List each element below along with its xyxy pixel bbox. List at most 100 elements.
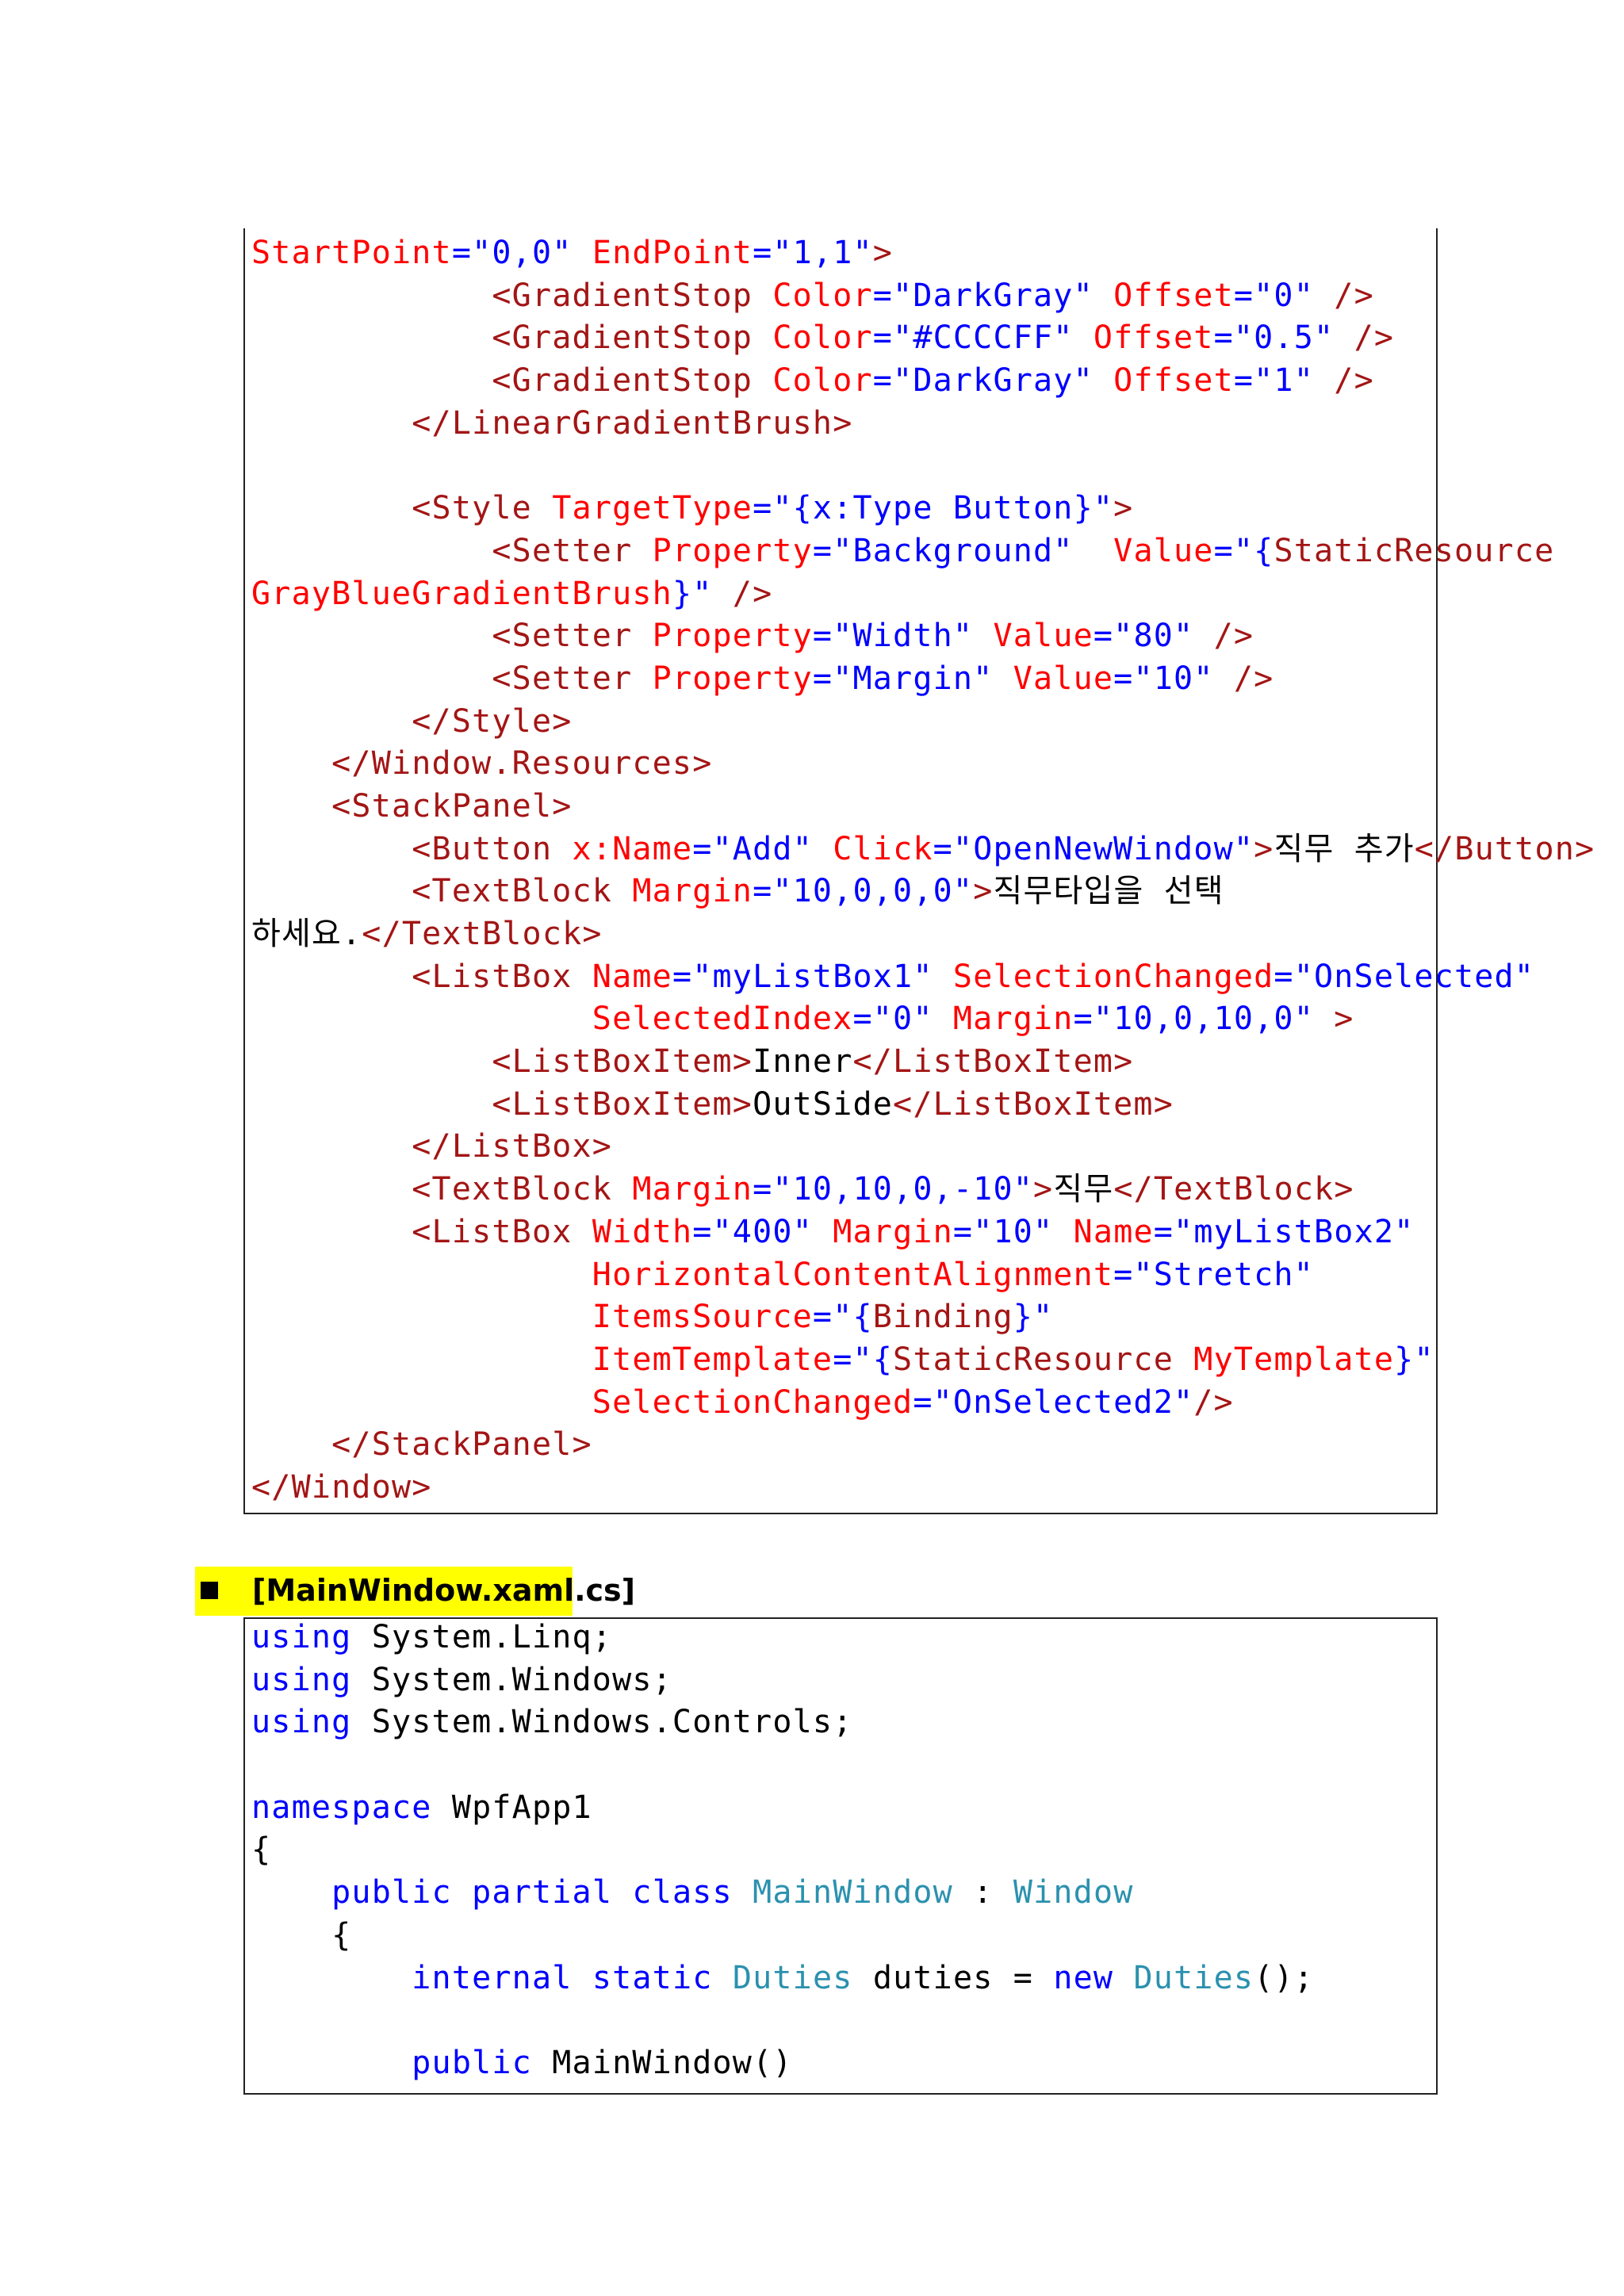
code-token: namespace: [251, 1789, 432, 1826]
code-token: ="10,0,0,0": [753, 873, 974, 910]
code-line: SelectionChanged="OnSelected2"/>: [251, 1382, 1595, 1425]
code-token: x:Name: [572, 830, 693, 867]
code-token: ="0.5": [1213, 320, 1354, 357]
xaml-code-box: StartPoint="0,0" EndPoint="1,1"> <Gradie…: [243, 228, 1594, 1514]
code-token: {: [251, 1916, 352, 1954]
code-token: StaticResource: [1274, 532, 1555, 569]
code-token: <GradientStop: [492, 277, 773, 314]
code-token: >: [1113, 490, 1134, 527]
code-token: {: [251, 1831, 272, 1869]
code-token: Margin: [833, 1213, 953, 1250]
code-token: />: [1193, 1383, 1234, 1421]
code-line: <GradientStop Color="#CCCCFF" Offset="0.…: [251, 317, 1595, 360]
code-token: Name: [592, 958, 672, 995]
code-token: Color: [772, 320, 873, 357]
code-token: HorizontalContentAlignment: [592, 1256, 1114, 1293]
code-token: EndPoint: [592, 235, 753, 271]
code-token: Value: [1113, 532, 1214, 569]
code-token: />: [1334, 277, 1374, 314]
code-token: ="DarkGray": [872, 362, 1114, 400]
code-token: SelectedIndex: [592, 1001, 853, 1038]
code-line: <Button x:Name="Add" Click="OpenNewWindo…: [251, 828, 1595, 871]
code-line: public MainWindow(): [251, 2042, 1314, 2085]
code-line: <GradientStop Color="DarkGray" Offset="0…: [251, 275, 1595, 318]
code-token: ="{: [833, 1341, 894, 1378]
code-token: WpfApp1: [431, 1789, 592, 1826]
code-token: />: [1213, 618, 1254, 655]
code-token: internal: [412, 1959, 573, 1996]
code-token: <Setter: [492, 660, 653, 697]
square-bullet-icon: [201, 1582, 218, 1599]
code-token: <TextBlock: [412, 873, 633, 910]
code-token: <GradientStop: [492, 320, 773, 357]
code-token: ="Stretch": [1113, 1256, 1314, 1293]
code-token: System.Windows;: [351, 1661, 672, 1698]
code-token: }": [672, 575, 733, 612]
code-token: Color: [772, 362, 873, 400]
code-token: 직무: [1053, 1171, 1114, 1208]
code-token: StaticResource: [893, 1341, 1194, 1378]
code-token: :: [952, 1874, 1013, 1911]
code-token: <Setter: [492, 532, 653, 569]
code-token: ="OnSelected": [1274, 958, 1535, 995]
code-token: public: [331, 1874, 452, 1911]
code-token: </StackPanel>: [331, 1426, 592, 1464]
code-line: ItemsSource="{Binding}": [251, 1296, 1595, 1339]
code-token: Offset: [1113, 277, 1234, 314]
section-heading: [MainWindow.xaml.cs]: [252, 1573, 636, 1608]
code-token: ="10": [952, 1213, 1074, 1250]
code-line: ItemTemplate="{StaticResource MyTemplate…: [251, 1339, 1595, 1382]
code-token: ="OpenNewWindow": [933, 830, 1254, 867]
code-token: <Style: [412, 490, 553, 527]
code-line: </Window.Resources>: [251, 743, 1595, 786]
code-token: ="myListBox2": [1153, 1213, 1415, 1250]
code-token: Width: [592, 1213, 693, 1250]
code-token: }": [1013, 1299, 1054, 1336]
code-token: ="myListBox1": [672, 958, 953, 995]
code-line: <GradientStop Color="DarkGray" Offset="1…: [251, 360, 1595, 403]
code-line: </ListBox>: [251, 1126, 1595, 1169]
code-token: ItemTemplate: [592, 1341, 833, 1378]
code-token: Margin: [632, 1171, 753, 1208]
code-token: SelectionChanged: [952, 958, 1274, 995]
code-line: using System.Windows.Controls;: [251, 1701, 1314, 1744]
code-token: <ListBox: [412, 958, 592, 995]
code-token: Property: [652, 618, 813, 655]
code-line: HorizontalContentAlignment="Stretch": [251, 1254, 1595, 1297]
code-line: namespace WpfApp1: [251, 1787, 1314, 1830]
code-token: 하세요.: [251, 916, 362, 952]
code-token: </ListBoxItem>: [852, 1043, 1134, 1081]
code-token: <TextBlock: [412, 1171, 633, 1208]
code-line: </Style>: [251, 701, 1595, 744]
code-token: </Style>: [412, 702, 573, 740]
code-token: ="80": [1093, 618, 1214, 655]
code-token: ="0,0": [451, 235, 592, 271]
code-token: >: [973, 873, 994, 910]
code-token: ="10,10,0,-10": [753, 1171, 1034, 1208]
code-line: <Style TargetType="{x:Type Button}">: [251, 488, 1595, 530]
code-token: duties =: [852, 1959, 1054, 1996]
code-line: public partial class MainWindow : Window: [251, 1872, 1314, 1915]
code-token: using: [251, 1661, 352, 1698]
code-token: </Window.Resources>: [331, 745, 713, 783]
code-token: ="1,1": [753, 235, 873, 271]
